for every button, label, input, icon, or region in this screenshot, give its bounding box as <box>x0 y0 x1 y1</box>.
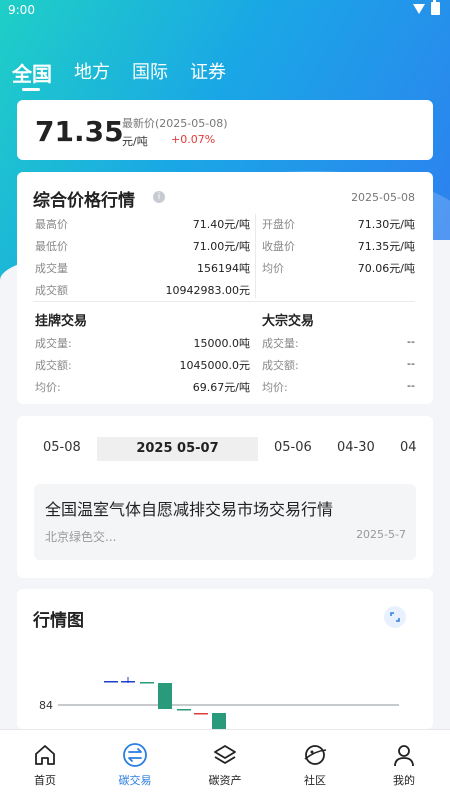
news-date: 2025-5-7 <box>356 528 406 541</box>
news-source: 北京绿色交... <box>45 530 117 544</box>
stat-label: 开盘价 <box>262 218 295 231</box>
candlestick-chart: 84 <box>39 677 399 729</box>
stat-value: -- <box>407 357 415 370</box>
stats-divider <box>255 214 256 298</box>
status-time: 9:00 <box>8 3 35 17</box>
listing-average: 均价: 69.67元/吨 <box>35 379 250 394</box>
price-unit: 元/吨 <box>122 135 148 148</box>
tab-local[interactable]: 地方 <box>74 58 110 87</box>
nav-label: 碳交易 <box>118 774 152 787</box>
stat-label: 最高价 <box>35 218 68 231</box>
y-tick-label: 84 <box>39 699 53 712</box>
price-change: +0.07% <box>171 133 216 146</box>
stat-label: 成交额 <box>35 284 68 297</box>
news-title: 全国温室气体自愿减排交易市场交易行情 <box>45 500 334 519</box>
status-icons <box>413 0 440 15</box>
nav-community[interactable]: 社区 <box>275 742 355 788</box>
bulk-volume: 成交量: -- <box>262 335 415 350</box>
status-bar: 9:00 <box>0 0 450 22</box>
stat-value: -- <box>407 335 415 348</box>
stat-label: 成交额: <box>35 359 72 372</box>
candle-6 <box>212 713 226 729</box>
nav-carbon-trading[interactable]: 碳交易 <box>95 742 175 788</box>
stat-value: 10942983.00元 <box>165 284 250 297</box>
date-option[interactable]: 05-06 <box>274 440 312 455</box>
latest-price-label: 最新价(2025-05-08) <box>122 117 228 130</box>
stat-average: 均价 70.06元/吨 <box>262 260 415 275</box>
stat-label: 均价 <box>262 262 284 275</box>
planet-icon <box>304 745 327 765</box>
stat-label: 成交量: <box>35 337 72 350</box>
stat-label: 成交量: <box>262 337 299 350</box>
stat-value: 71.35元/吨 <box>357 240 415 253</box>
date-option-selected[interactable]: 2025 05-07 <box>97 437 258 461</box>
market-tabs: 全国 地方 国际 证券 <box>12 58 226 91</box>
info-icon[interactable]: i <box>153 191 165 203</box>
nav-label: 我的 <box>393 774 415 787</box>
stat-high: 最高价 71.40元/吨 <box>35 216 250 231</box>
bulk-turnover: 成交额: -- <box>262 357 415 372</box>
listing-turnover: 成交额: 1045000.0元 <box>35 357 251 372</box>
candle-4 <box>177 709 191 711</box>
stat-value: 71.40元/吨 <box>192 218 250 231</box>
overview-date: 2025-05-08 <box>351 191 415 204</box>
candle-3 <box>158 683 172 709</box>
listing-title: 挂牌交易 <box>35 314 88 329</box>
stat-label: 收盘价 <box>262 240 295 253</box>
layers-icon <box>214 745 236 764</box>
candles <box>104 677 226 729</box>
section-divider <box>33 301 415 302</box>
stat-value: 15000.0吨 <box>193 337 251 350</box>
listing-volume: 成交量: 15000.0吨 <box>35 335 251 350</box>
chart-card: 行情图 84 <box>17 589 433 729</box>
tab-national[interactable]: 全国 <box>12 58 52 91</box>
candle-2 <box>140 682 154 684</box>
nav-label: 碳资产 <box>208 774 242 787</box>
wifi-icon <box>413 3 425 14</box>
tab-securities[interactable]: 证券 <box>190 58 226 87</box>
battery-icon <box>431 0 440 15</box>
date-option[interactable]: 04-30 <box>337 440 375 455</box>
stat-close: 收盘价 71.35元/吨 <box>262 238 415 253</box>
date-option[interactable]: 04 <box>400 440 417 455</box>
exchange-icon <box>123 743 147 767</box>
nav-label: 社区 <box>304 774 326 787</box>
price-overview-card: 综合价格行情 i 2025-05-08 最高价 71.40元/吨 最低价 71.… <box>17 172 433 404</box>
date-option[interactable]: 05-08 <box>43 440 81 455</box>
stat-label: 成交量 <box>35 262 68 275</box>
stat-value: 71.00元/吨 <box>192 240 250 253</box>
candle-0 <box>104 681 118 683</box>
stat-value: 70.06元/吨 <box>357 262 415 275</box>
stat-value: 71.30元/吨 <box>357 218 415 231</box>
latest-price-card: 71.35 最新价(2025-05-08) 元/吨 +0.07% <box>17 100 433 160</box>
stat-value: 1045000.0元 <box>179 359 251 372</box>
stat-label: 均价: <box>35 381 61 394</box>
stat-volume: 成交量 156194吨 <box>35 260 250 275</box>
stat-turnover: 成交额 10942983.00元 <box>35 282 250 297</box>
news-item[interactable]: 全国温室气体自愿减排交易市场交易行情 北京绿色交... 2025-5-7 <box>34 484 416 560</box>
stat-value: 156194吨 <box>197 262 250 275</box>
stat-value: 69.67元/吨 <box>192 381 250 394</box>
bulk-average: 均价: -- <box>262 379 415 394</box>
stat-label: 成交额: <box>262 359 299 372</box>
overview-title: 综合价格行情 <box>33 191 135 211</box>
nav-home[interactable]: 首页 <box>5 742 85 788</box>
stat-low: 最低价 71.00元/吨 <box>35 238 250 253</box>
home-icon <box>35 745 55 765</box>
candle-5 <box>194 713 208 715</box>
latest-price: 71.35 <box>35 115 124 148</box>
nav-label: 首页 <box>34 774 56 787</box>
nav-carbon-assets[interactable]: 碳资产 <box>185 742 265 788</box>
stat-value: -- <box>407 379 415 392</box>
stat-label: 最低价 <box>35 240 68 253</box>
stat-open: 开盘价 71.30元/吨 <box>262 216 415 231</box>
date-selector: 05-08 2025 05-07 05-06 04-30 04 <box>37 437 433 461</box>
tab-international[interactable]: 国际 <box>132 58 168 87</box>
stat-label: 均价: <box>262 381 288 394</box>
bottom-navigation: 首页 碳交易 碳资产 社区 我的 <box>0 729 450 801</box>
news-card: 05-08 2025 05-07 05-06 04-30 04 全国温室气体自愿… <box>17 416 433 578</box>
user-icon <box>394 745 414 767</box>
nav-profile[interactable]: 我的 <box>364 742 444 788</box>
bulk-title: 大宗交易 <box>262 314 315 329</box>
